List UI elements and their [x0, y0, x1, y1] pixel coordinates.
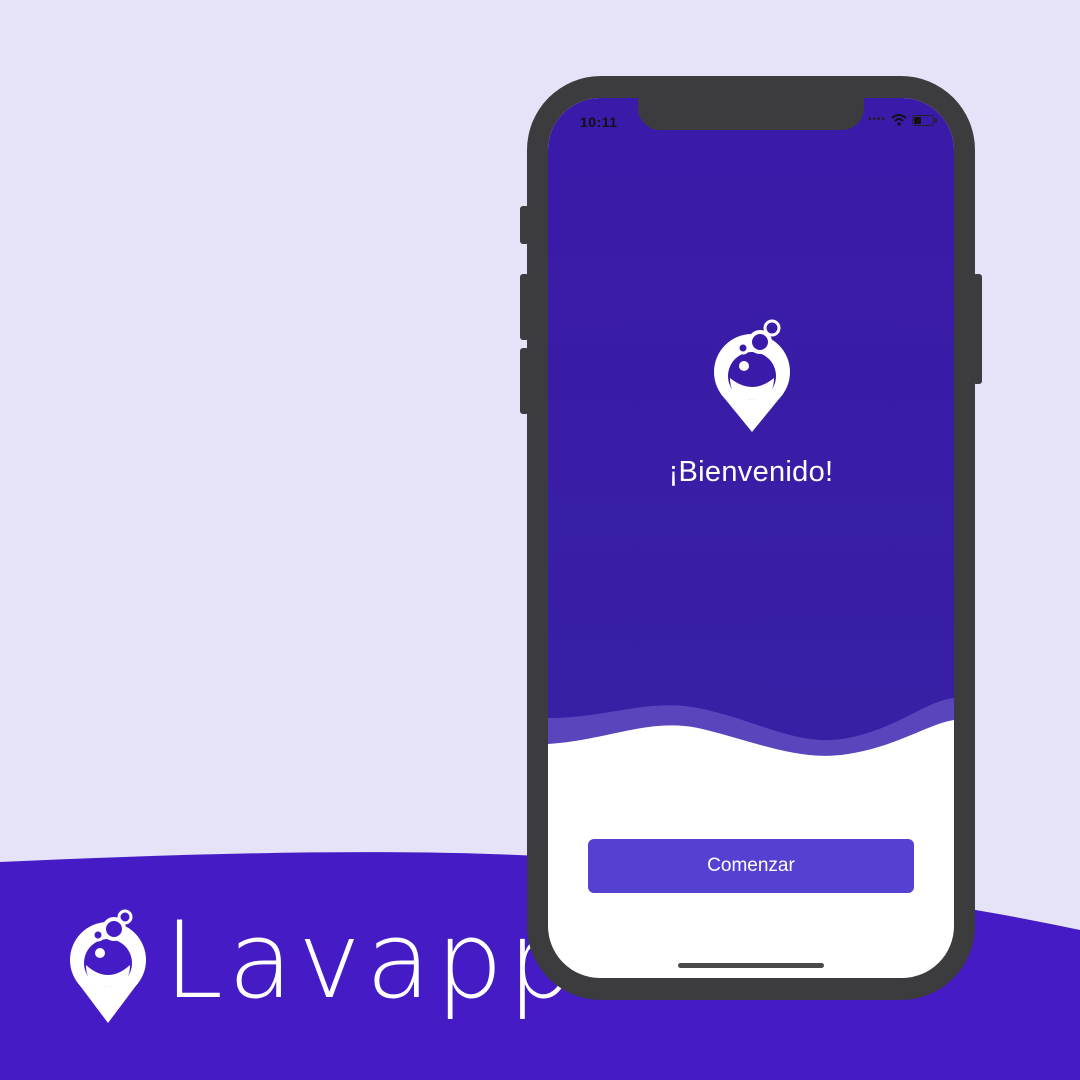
brand-logo: Lavapp	[62, 900, 580, 1030]
bubble-pin-icon	[714, 319, 790, 432]
phone-frame: 10:11 •••• ¡Bienvenido! Comenzar	[527, 76, 975, 1000]
brand-name: Lavapp	[164, 899, 581, 1022]
welcome-title: ¡Bienvenido!	[668, 456, 834, 488]
signal-dots-icon: ••••	[867, 114, 886, 125]
welcome-header	[548, 98, 954, 798]
status-icons: ••••	[867, 114, 937, 126]
start-button[interactable]: Comenzar	[588, 839, 914, 893]
bubble-pin-icon	[70, 909, 146, 1023]
wifi-icon	[891, 114, 907, 126]
phone-notch	[638, 98, 864, 130]
status-time: 10:11	[580, 114, 618, 130]
home-indicator[interactable]	[678, 963, 824, 968]
battery-icon	[912, 114, 937, 126]
screen-wave	[548, 698, 954, 818]
phone-screen: 10:11 •••• ¡Bienvenido! Comenzar	[548, 98, 954, 978]
